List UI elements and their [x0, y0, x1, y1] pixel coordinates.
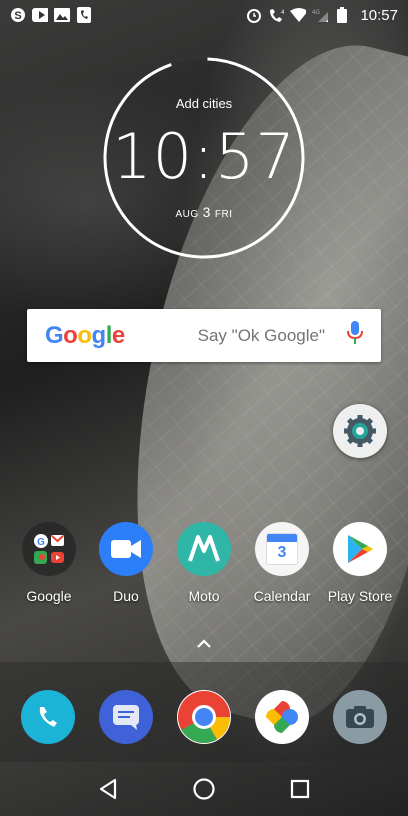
add-cities-link[interactable]: Add cities	[102, 96, 306, 111]
wifi-icon	[290, 7, 307, 23]
google-folder-icon: G	[22, 522, 76, 576]
app-google[interactable]: G Google	[9, 522, 89, 604]
camera-icon[interactable]	[333, 690, 387, 744]
app-duo[interactable]: Duo	[86, 522, 166, 604]
app-label-duo: Duo	[113, 588, 139, 604]
app-moto[interactable]: Moto	[164, 522, 244, 604]
moto-icon	[177, 522, 231, 576]
gallery-icon	[54, 7, 70, 23]
app-label-google: Google	[26, 588, 72, 604]
battery-icon	[334, 7, 350, 23]
google-logo: Google	[45, 321, 125, 349]
skype-icon: S	[10, 7, 26, 23]
app-drawer-chevron-icon[interactable]	[196, 636, 212, 652]
clock-day: 3	[202, 204, 211, 220]
youtube-icon	[32, 7, 48, 23]
alarm-icon	[246, 7, 262, 23]
google-search-bar[interactable]: Google Say "Ok Google"	[27, 309, 381, 362]
play-store-icon	[333, 522, 387, 576]
signal-icon: 4G	[312, 7, 329, 23]
network-label-1: 4G	[281, 10, 284, 16]
app-calendar[interactable]: 3 Calendar	[242, 522, 322, 604]
chrome-icon[interactable]	[177, 690, 231, 744]
settings-shortcut-button[interactable]	[333, 404, 387, 458]
status-time: 10:57	[360, 6, 398, 24]
microphone-icon[interactable]	[347, 321, 363, 350]
wifi-calling-icon: 4G	[268, 7, 284, 23]
app-label-play-store: Play Store	[327, 588, 393, 604]
calendar-icon: 3	[255, 522, 309, 576]
clock-widget[interactable]: Add cities 10:57 AUG 3 FRI	[102, 56, 306, 260]
calendar-icon-day: 3	[277, 544, 287, 561]
phone-icon[interactable]	[21, 690, 75, 744]
messages-icon[interactable]	[99, 690, 153, 744]
app-label-moto: Moto	[188, 588, 220, 604]
clock-weekday: FRI	[214, 209, 233, 220]
back-icon[interactable]	[95, 776, 121, 802]
duo-icon	[99, 522, 153, 576]
search-hint: Say "Ok Google"	[197, 325, 325, 345]
home-icon[interactable]	[191, 776, 217, 802]
app-label-calendar: Calendar	[253, 588, 311, 604]
clock-date: AUG 3 FRI	[102, 204, 306, 220]
svg-text:G: G	[37, 537, 45, 548]
status-bar: S 4G 4G 10:57	[0, 0, 408, 30]
recents-icon[interactable]	[287, 776, 313, 802]
app-play-store[interactable]: Play Store	[320, 522, 400, 604]
clock-month: AUG	[175, 209, 199, 220]
network-label-2: 4G	[312, 10, 320, 16]
clock-time: 10:57	[112, 120, 296, 193]
phone-notification-icon	[76, 7, 92, 23]
navigation-bar	[0, 762, 408, 816]
photos-icon[interactable]	[255, 690, 309, 744]
svg-text:S: S	[14, 10, 21, 22]
settings-gear-icon	[344, 415, 376, 447]
